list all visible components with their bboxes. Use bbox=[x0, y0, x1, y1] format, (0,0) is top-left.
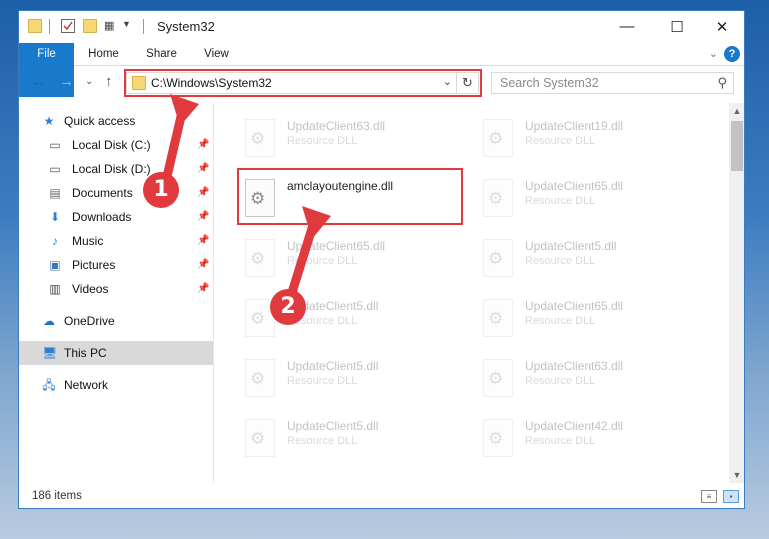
step-2-badge: 2 bbox=[270, 289, 306, 325]
step-1-badge: 1 bbox=[143, 172, 179, 208]
annotation-arrows bbox=[160, 94, 331, 307]
